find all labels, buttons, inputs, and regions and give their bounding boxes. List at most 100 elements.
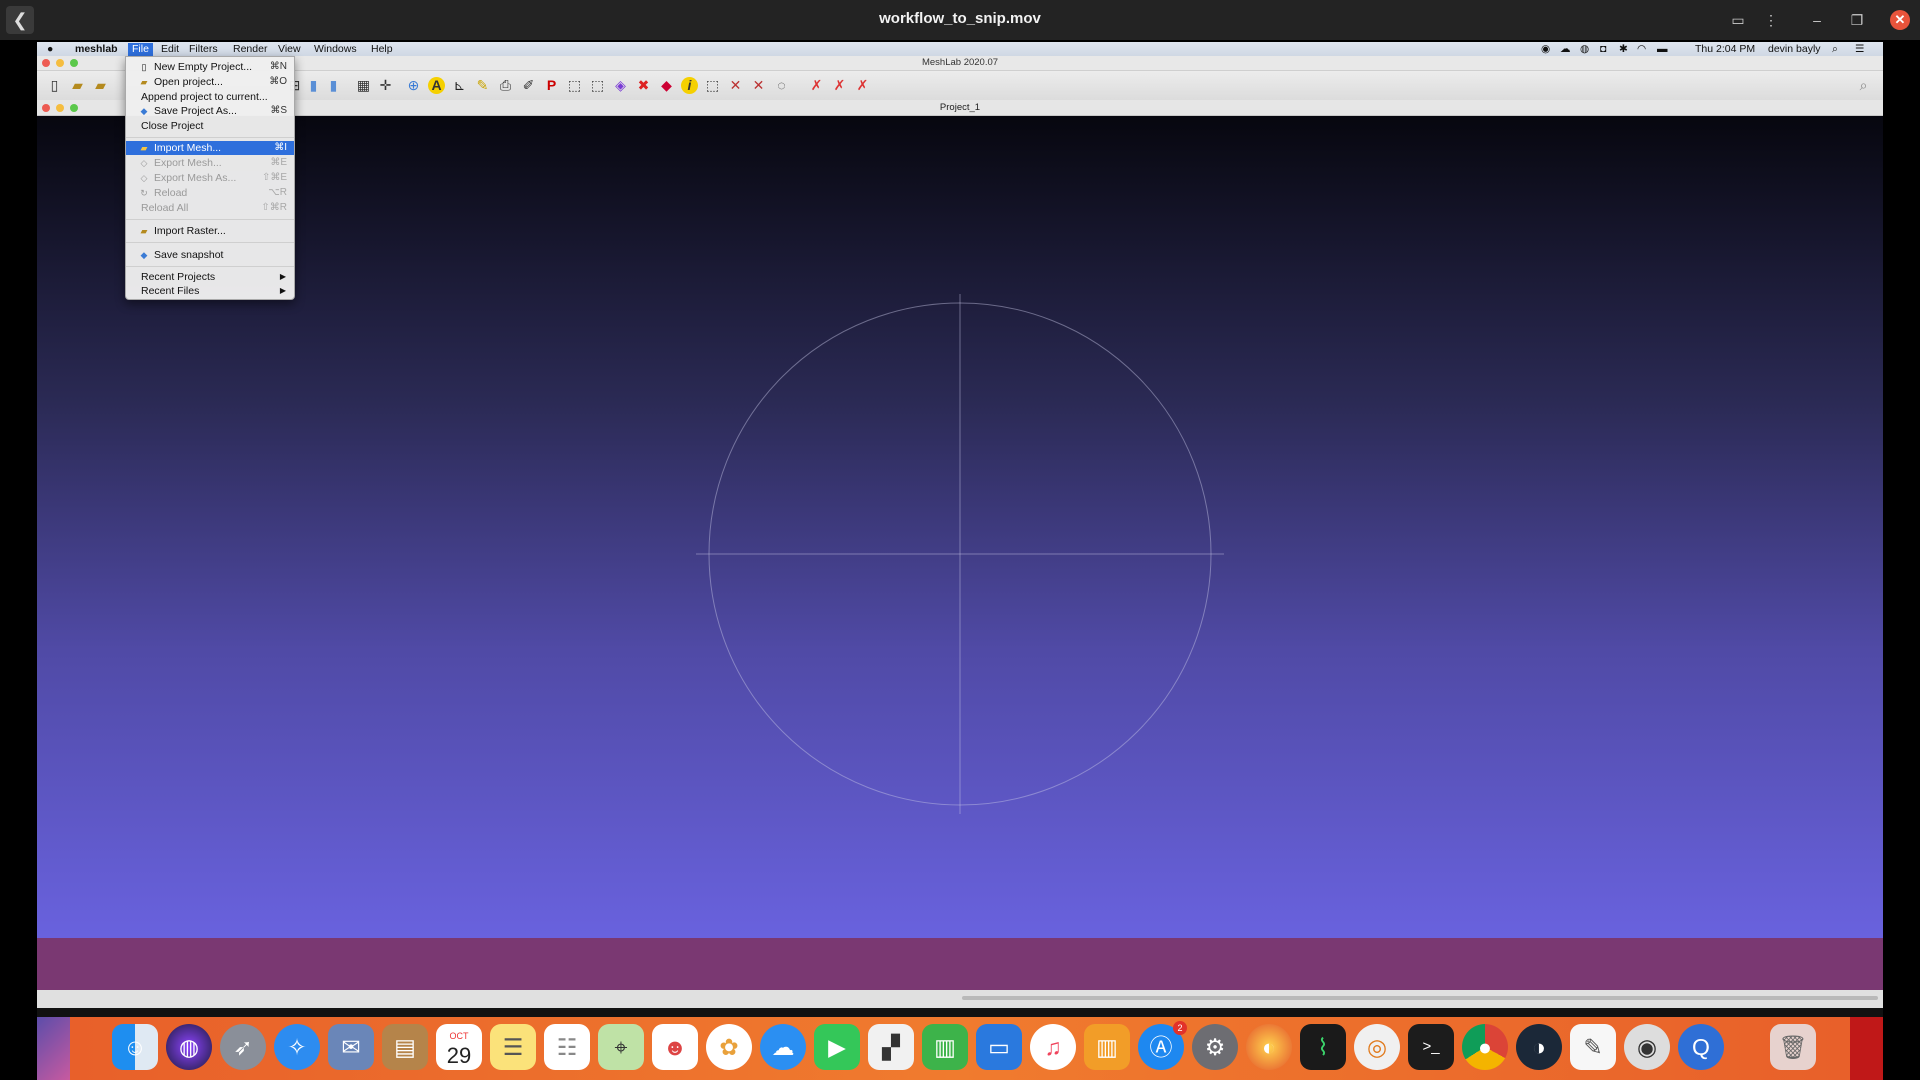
menu-view[interactable]: View [274, 43, 305, 56]
spotlight-icon[interactable]: ⌕ [1832, 43, 1838, 56]
shield-icon[interactable]: ◘ [1600, 43, 1606, 56]
globe-icon[interactable]: ⊕ [405, 77, 422, 94]
window-close-icon[interactable] [42, 59, 50, 67]
menu-item-import-mesh[interactable]: ▰ Import Mesh... ⌘I [126, 141, 294, 155]
menu-item-close-project[interactable]: Close Project [126, 119, 294, 133]
presentation-icon[interactable]: ▭ [976, 1024, 1022, 1070]
steam-icon[interactable]: ◑ [1516, 1024, 1562, 1070]
eye-app-icon[interactable]: ◉ [1624, 1024, 1670, 1070]
horizontal-scrollbar[interactable] [962, 996, 1878, 1000]
menu-help[interactable]: Help [367, 43, 397, 56]
delete-verts-icon[interactable]: ✕ [750, 77, 767, 94]
menu-item-new-empty-project[interactable]: ▯ New Empty Project... ⌘N [126, 60, 294, 74]
app-store-icon[interactable]: Ⓐ 2 [1138, 1021, 1187, 1070]
finder-icon[interactable]: ☺ [112, 1024, 158, 1070]
notes-icon[interactable]: ☰ [490, 1024, 536, 1070]
creative-cloud-icon[interactable]: ◍ [1580, 43, 1589, 56]
books-icon[interactable]: ▥ [1084, 1024, 1130, 1070]
menu-item-recent-projects[interactable]: Recent Projects ▶ [126, 270, 294, 284]
activity-monitor-icon[interactable]: ⌇ [1300, 1024, 1346, 1070]
notification-center-icon[interactable]: ☰ [1855, 43, 1864, 56]
bluetooth-icon[interactable]: ✱ [1619, 43, 1628, 56]
axis-icon[interactable]: ✛ [377, 77, 394, 94]
panel-icon[interactable]: ▮ [305, 77, 322, 94]
messages-icon[interactable]: ☁ [760, 1024, 806, 1070]
menu-edit[interactable]: Edit [157, 43, 183, 56]
doc-minimize-icon[interactable] [56, 104, 64, 112]
menu-filters[interactable]: Filters [185, 43, 222, 56]
menu-render[interactable]: Render [229, 43, 271, 56]
mesh-icon[interactable]: ▦ [355, 77, 372, 94]
select-faces-icon[interactable]: ⬚ [589, 77, 606, 94]
delete-faces-icon[interactable]: ✕ [727, 77, 744, 94]
quicktime-icon[interactable]: Q [1678, 1024, 1724, 1070]
wifi-icon[interactable]: ◠ [1637, 43, 1646, 56]
doc-close-icon[interactable] [42, 104, 50, 112]
contacts-icon[interactable]: ▤ [382, 1024, 428, 1070]
facetime-icon[interactable]: ▶ [814, 1024, 860, 1070]
music-icon[interactable]: ♫ [1030, 1024, 1076, 1070]
safari-icon[interactable]: ✧ [274, 1024, 320, 1070]
chrome-icon[interactable]: ● [1462, 1024, 1508, 1070]
open-project-icon[interactable]: ▰ [92, 77, 109, 94]
record-icon[interactable]: ◉ [1541, 43, 1550, 56]
app-menu[interactable]: meshlab [71, 43, 122, 56]
3d-viewport[interactable] [37, 116, 1883, 938]
georef-icon[interactable]: ✖ [635, 77, 652, 94]
menu-windows[interactable]: Windows [310, 43, 361, 56]
menu-file[interactable]: File [128, 43, 153, 56]
align-icon[interactable]: ◆ [658, 77, 675, 94]
menu-item-recent-files[interactable]: Recent Files ▶ [126, 284, 294, 298]
user-name[interactable]: devin bayly [1768, 43, 1821, 56]
annotate-icon[interactable]: A [428, 77, 445, 94]
menu-item-save-project-as[interactable]: ◆ Save Project As... ⌘S [126, 104, 294, 118]
menu-item-export-mesh[interactable]: ◇ Export Mesh... ⌘E [126, 156, 294, 170]
system-preferences-icon[interactable]: ⚙ [1192, 1024, 1238, 1070]
reminders-icon[interactable]: ☷ [544, 1024, 590, 1070]
restore-button[interactable]: ❐ [1844, 8, 1870, 32]
color-select-icon[interactable]: ◈ [612, 77, 629, 94]
menu-item-reload-all[interactable]: Reload All ⇧⌘R [126, 201, 294, 215]
minimize-button[interactable]: – [1804, 8, 1830, 32]
terminal-icon[interactable]: >_ [1408, 1024, 1454, 1070]
more-button[interactable]: ⋮ [1758, 8, 1784, 32]
battery-icon[interactable]: ▬ [1657, 43, 1668, 56]
window-zoom-icon[interactable] [70, 59, 78, 67]
firefox-icon[interactable]: ◐ [1246, 1024, 1292, 1070]
pick-icon[interactable]: ⬚ [704, 77, 721, 94]
new-file-icon[interactable]: ▯ [46, 77, 63, 94]
doc-zoom-icon[interactable] [70, 104, 78, 112]
menu-item-save-snapshot[interactable]: ◆ Save snapshot [126, 248, 294, 262]
remove-all-icon[interactable]: ✗ [831, 77, 848, 94]
window-minimize-icon[interactable] [56, 59, 64, 67]
print-icon[interactable]: ⎙ [497, 77, 514, 94]
panel-alt-icon[interactable]: ▮ [325, 77, 342, 94]
mask-app-icon[interactable]: ☻ [652, 1024, 698, 1070]
select-icon[interactable]: ⬚ [566, 77, 583, 94]
brush-icon[interactable]: ✎ [474, 77, 491, 94]
keynote-icon[interactable]: ▞ [868, 1024, 914, 1070]
paint-icon[interactable]: P [543, 77, 560, 94]
photos-icon[interactable]: ✿ [706, 1024, 752, 1070]
menu-item-import-raster[interactable]: ▰ Import Raster... [126, 224, 294, 238]
menu-item-export-mesh-as[interactable]: ◇ Export Mesh As... ⇧⌘E [126, 171, 294, 185]
remove-vertices-icon[interactable]: ✗ [854, 77, 871, 94]
calendar-icon[interactable]: OCT 29 [436, 1024, 482, 1070]
menu-item-open-project[interactable]: ▰ Open project... ⌘O [126, 75, 294, 89]
measure-icon[interactable]: ⊾ [451, 77, 468, 94]
clock-text[interactable]: Thu 2:04 PM [1695, 43, 1755, 56]
close-button[interactable]: ✕ [1890, 10, 1910, 30]
maps-icon[interactable]: ⌖ [598, 1024, 644, 1070]
text-edit-icon[interactable]: ✎ [1570, 1024, 1616, 1070]
remove-selection-icon[interactable]: ✗ [808, 77, 825, 94]
info-icon[interactable]: i [681, 77, 698, 94]
trash-icon[interactable]: 🗑 [1770, 1024, 1816, 1070]
mail-icon[interactable]: ✉ [328, 1024, 374, 1070]
pencil-icon[interactable]: ✐ [520, 77, 537, 94]
numbers-icon[interactable]: ▥ [922, 1024, 968, 1070]
menu-item-append-project[interactable]: Append project to current... [126, 90, 294, 104]
open-folder-icon[interactable]: ▰ [69, 77, 86, 94]
search-icon[interactable]: ⌕ [1855, 77, 1872, 94]
launchpad-icon[interactable]: ➶ [220, 1024, 266, 1070]
cast-button[interactable]: ▭ [1725, 8, 1751, 32]
